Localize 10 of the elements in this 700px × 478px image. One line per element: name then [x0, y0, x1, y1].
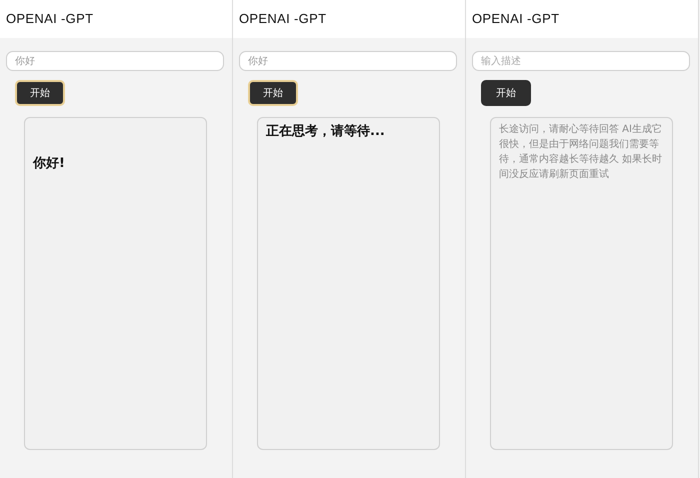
- response-text: 正在思考，请等待...: [266, 123, 386, 141]
- start-button[interactable]: 开始: [248, 80, 298, 106]
- prompt-input-field[interactable]: 输入描述: [472, 51, 690, 71]
- response-text: 长途访问，请耐心等待回答 AI生成它很快，但是由于网络问题我们需要等待，通常内容越长等待越久 如果长时间没反应请刷新页面重试: [499, 122, 664, 182]
- app-title: OPENAI -GPT: [239, 10, 326, 28]
- app-title: OPENAI -GPT: [472, 10, 560, 28]
- start-button[interactable]: 开始: [15, 80, 65, 106]
- response-text: 你好!: [33, 155, 66, 173]
- app-title: OPENAI -GPT: [6, 10, 94, 28]
- start-button[interactable]: 开始: [481, 80, 531, 106]
